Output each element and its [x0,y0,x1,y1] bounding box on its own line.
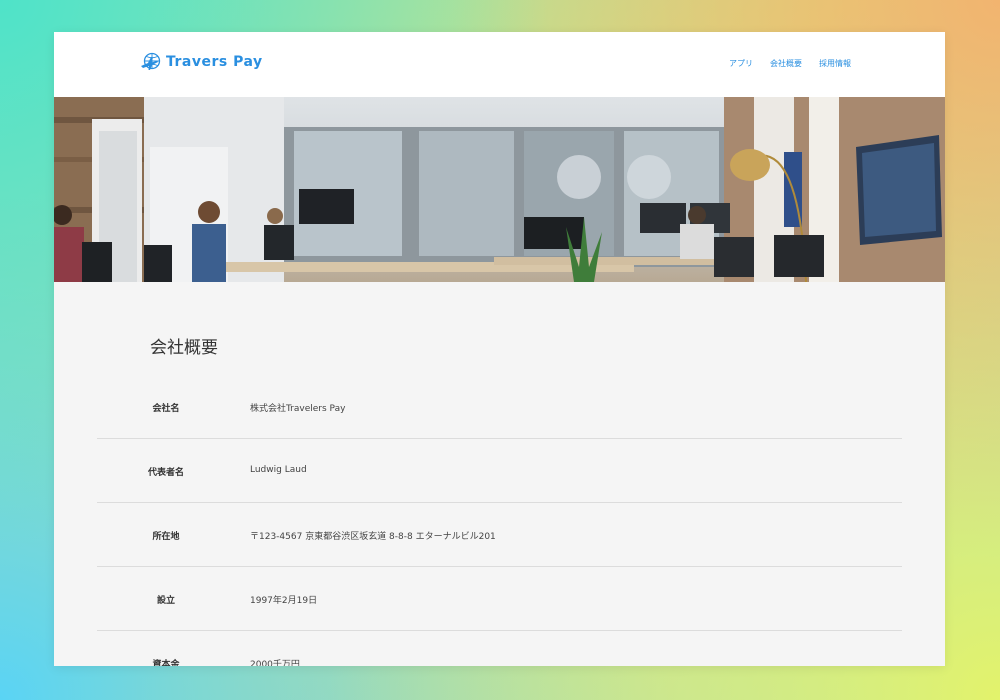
row-label: 会社名 [152,404,180,414]
row-label: 所在地 [152,532,180,542]
nav-item-app[interactable]: アプリ [729,58,753,69]
table-row: 代表者名 Ludwig Laud [97,439,902,503]
row-value: 1997年2月19日 [250,596,318,606]
table-row: 資本金 2000千万円 [97,631,902,666]
site-header: Travers Pay アプリ 会社概要 採用情報 [54,32,945,97]
nav-item-recruit[interactable]: 採用情報 [819,58,851,69]
row-label: 代表者名 [147,468,184,478]
browser-window: Travers Pay アプリ 会社概要 採用情報 会社概要 会社名 株式会社T… [54,32,945,666]
row-label: 資本金 [152,660,180,666]
logo[interactable]: Travers Pay [140,52,263,72]
logo-text: Travers Pay [166,54,263,70]
row-value: 〒123-4567 京東都谷渋区坂玄道 8-8-8 エターナルビル201 [250,532,496,542]
row-value: 2000千万円 [250,660,300,666]
company-info-table: 会社名 株式会社Travelers Pay 代表者名 Ludwig Laud 所… [97,375,902,666]
row-value: Ludwig Laud [250,465,307,475]
row-label: 設立 [156,596,175,606]
table-row: 設立 1997年2月19日 [97,567,902,631]
airplane-globe-icon [140,52,162,72]
row-value: 株式会社Travelers Pay [250,404,346,414]
table-row: 所在地 〒123-4567 京東都谷渋区坂玄道 8-8-8 エターナルビル201 [97,503,902,567]
nav-item-company[interactable]: 会社概要 [770,58,802,69]
page-title: 会社概要 [150,338,218,358]
main-nav: アプリ 会社概要 採用情報 [729,58,851,69]
table-row: 会社名 株式会社Travelers Pay [97,375,902,439]
hero-office-image [54,97,945,282]
